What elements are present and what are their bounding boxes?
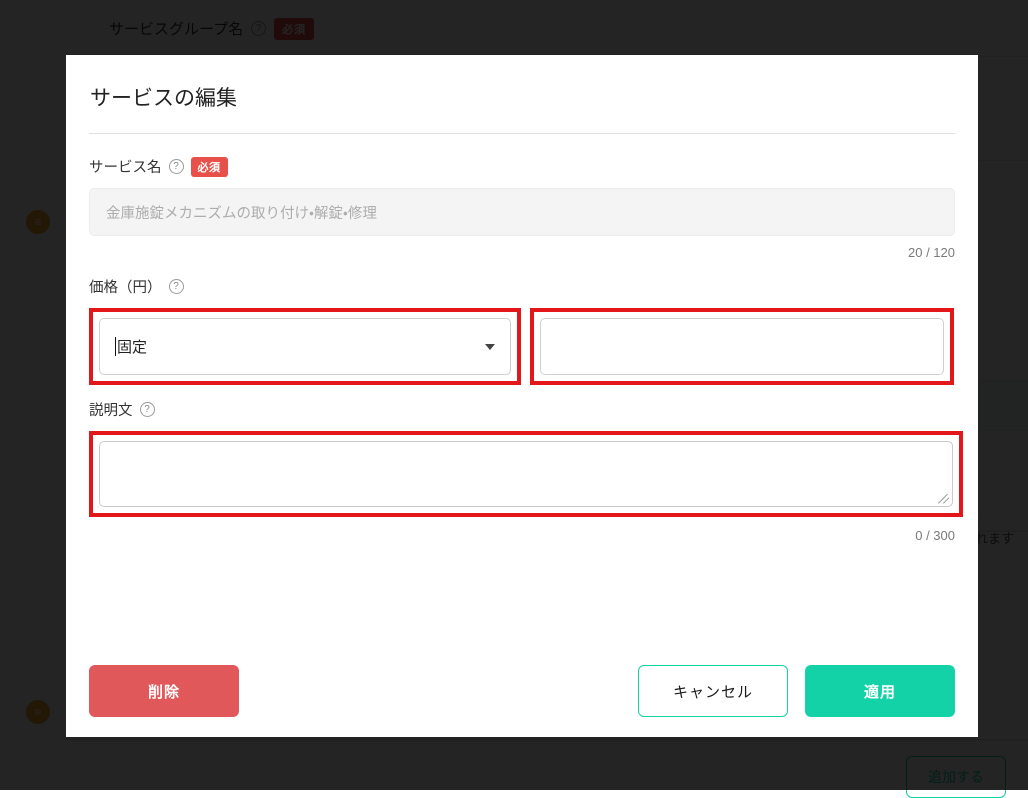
price-amount-input[interactable] (540, 318, 944, 375)
price-row: 固定 (89, 308, 955, 385)
field-service-name: サービス名 ? 必須 金庫施錠メカニズムの取り付け・解錠・修理 20 / 120 (89, 156, 955, 260)
price-type-select[interactable]: 固定 (99, 318, 511, 375)
description-highlight (89, 431, 963, 517)
price-type-value: 固定 (117, 336, 147, 357)
edit-service-dialog: サービスの編集 サービス名 ? 必須 金庫施錠メカニズムの取り付け・解錠・修理 … (66, 55, 978, 737)
field-description: 説明文 ? 0 / 300 (89, 399, 955, 543)
dialog-title: サービスの編集 (89, 82, 955, 112)
service-name-label: サービス名 (89, 156, 162, 177)
title-divider (89, 133, 955, 134)
service-name-counter: 20 / 120 (89, 245, 955, 260)
price-type-highlight: 固定 (89, 308, 521, 385)
description-counter: 0 / 300 (89, 528, 955, 543)
price-label-row: 価格（円） ? (89, 276, 955, 297)
chevron-down-icon[interactable] (484, 341, 496, 353)
resize-grip-icon[interactable] (938, 492, 950, 504)
price-amount-highlight (530, 308, 954, 385)
service-name-input[interactable]: 金庫施錠メカニズムの取り付け・解錠・修理 (89, 188, 955, 236)
description-textarea[interactable] (99, 441, 953, 507)
description-label: 説明文 (89, 399, 133, 420)
apply-button[interactable]: 適用 (805, 665, 955, 717)
text-cursor (115, 337, 116, 356)
help-icon[interactable]: ? (169, 279, 184, 294)
help-icon[interactable]: ? (140, 402, 155, 417)
footer-action-group: キャンセル 適用 (638, 665, 955, 717)
description-label-row: 説明文 ? (89, 399, 955, 420)
help-icon[interactable]: ? (169, 159, 184, 174)
dialog-footer: 削除 キャンセル 適用 (89, 665, 955, 717)
price-label: 価格（円） (89, 276, 162, 297)
field-price: 価格（円） ? 固定 (89, 276, 955, 385)
delete-button[interactable]: 削除 (89, 665, 239, 717)
required-badge: 必須 (191, 157, 228, 177)
cancel-button[interactable]: キャンセル (638, 665, 788, 717)
service-name-label-row: サービス名 ? 必須 (89, 156, 955, 177)
